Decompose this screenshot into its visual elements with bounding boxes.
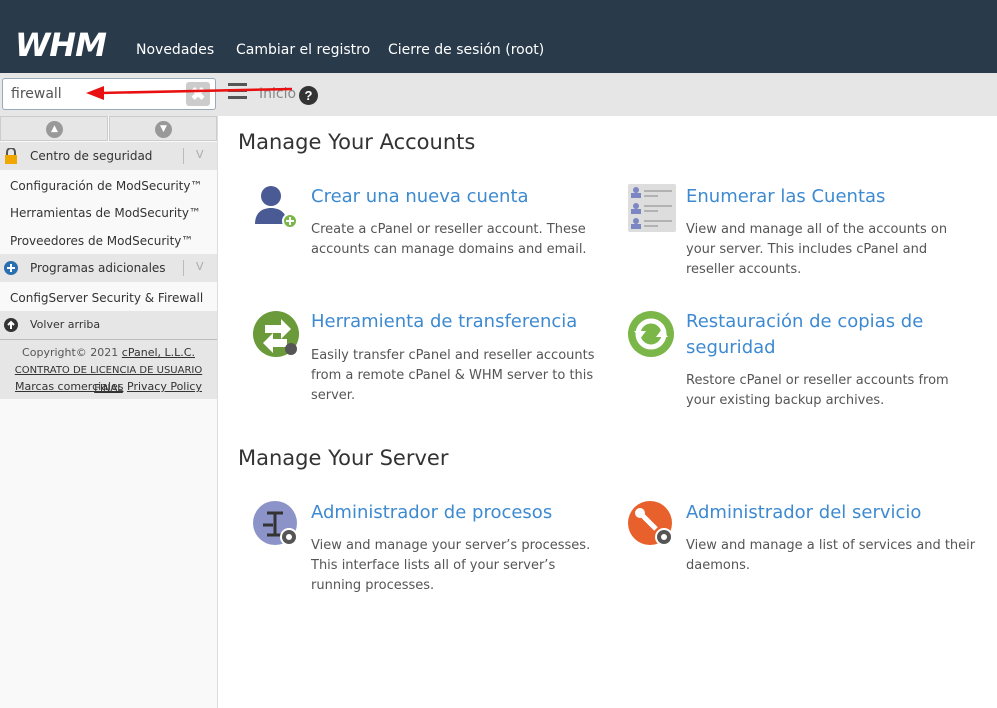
sidebar-item-csf[interactable]: ConfigServer Security & Firewall [10,291,203,305]
card-desc: View and manage a list of services and t… [686,538,976,573]
trademarks-link[interactable]: Marcas comerciales [15,380,123,393]
help-icon[interactable]: ? [299,86,318,105]
chevron-down-icon[interactable]: V [183,260,204,276]
backup-restore-icon [628,311,674,357]
nav-logout[interactable]: Cierre de sesión (root) [388,42,544,58]
arrow-up-icon: ▲ [46,121,63,138]
sidebar-item-modsecurity-tools[interactable]: Herramientas de ModSecurity™ [10,206,201,220]
card-create-account[interactable]: Crear una nueva cuenta [311,184,529,210]
menu-toggle-icon[interactable] [228,83,247,99]
sidebar-item-modsecurity-vendors[interactable]: Proveedores de ModSecurity™ [10,234,193,248]
copyright: Copyright© 2021 [22,346,119,359]
card-list-accounts[interactable]: Enumerar las Cuentas [686,184,885,210]
search-input[interactable]: firewall [2,78,216,110]
card-transfer-tool[interactable]: Herramienta de transferencia [311,309,577,335]
section-title-accounts: Manage Your Accounts [238,130,476,154]
card-desc: View and manage your server’s processes.… [311,538,591,593]
card-process-manager[interactable]: Administrador de procesos [311,500,552,526]
privacy-link[interactable]: Privacy Policy [127,380,202,393]
transfer-tool-icon [253,311,299,357]
lock-icon [5,148,17,164]
sidebar: ▲ ▼ Centro de seguridad V Configuración … [0,116,218,708]
sidebar-item-modsecurity-config[interactable]: Configuración de ModSecurity™ [10,179,203,193]
back-to-top-button[interactable]: Volver arriba [0,311,217,339]
chevron-down-icon[interactable]: V [183,148,204,164]
card-service-manager[interactable]: Administrador del servicio [686,500,921,526]
clear-search-button[interactable]: ✖ [186,82,210,106]
card-desc: Easily transfer cPanel and reseller acco… [311,348,595,403]
top-header: WHM Novedades Cambiar el registro Cierre… [0,0,997,73]
company-link[interactable]: cPanel, L.L.C. [122,346,195,359]
sidebar-group-security-center[interactable]: Centro de seguridad V [0,142,217,170]
scroll-down-button[interactable]: ▼ [109,116,217,141]
nav-news[interactable]: Novedades [136,42,214,58]
add-user-icon [255,186,297,228]
group-label: Programas adicionales [30,261,166,275]
plugin-icon [4,261,18,275]
sidebar-group-plugins[interactable]: Programas adicionales V [0,254,217,282]
arrow-down-icon: ▼ [155,121,172,138]
breadcrumb-home[interactable]: Inicio [259,86,296,102]
service-manager-icon [628,501,673,546]
nav-change-log[interactable]: Cambiar el registro [236,42,370,58]
back-to-top-label: Volver arriba [30,318,101,331]
sidebar-footer: Copyright© 2021 cPanel, L.L.C. CONTRATO … [0,339,217,399]
process-manager-icon [253,501,298,546]
list-accounts-icon [628,184,676,232]
card-desc: Restore cPanel or reseller accounts from… [686,373,949,408]
whm-logo[interactable]: WHM [15,26,107,64]
scroll-up-button[interactable]: ▲ [0,116,108,141]
arrow-up-circle-icon [4,318,18,332]
group-label: Centro de seguridad [30,149,153,163]
section-title-server: Manage Your Server [238,446,449,470]
card-desc: Create a cPanel or reseller account. The… [311,222,587,257]
card-backup-restore[interactable]: Restauración de copias de seguridad [686,309,976,361]
card-desc: View and manage all of the accounts on y… [686,222,948,277]
